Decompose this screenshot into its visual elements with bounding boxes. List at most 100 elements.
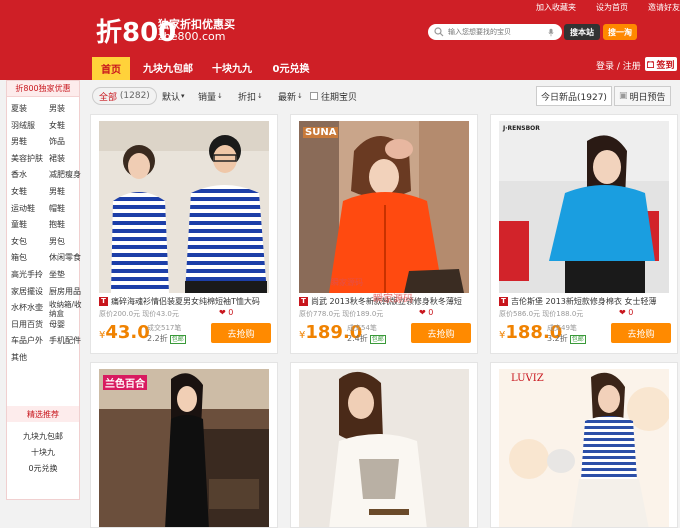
search-box[interactable]	[428, 24, 562, 40]
add-favorite-link[interactable]: 加入收藏夹	[536, 2, 576, 13]
category-item[interactable]: 日用百货	[11, 317, 49, 334]
buy-button[interactable]: 去抢购	[211, 323, 271, 343]
category-item[interactable]: 车品户外	[11, 333, 49, 350]
favorite-button[interactable]: ❤ 0	[419, 308, 433, 317]
product-card[interactable]: T 痛碎海魂衫情侣装夏男女纯棉短袖T恤大码 原价200.0元 现价43.0元 ❤ …	[90, 114, 278, 354]
sort-discount[interactable]: 折扣 ↓	[238, 86, 263, 106]
category-item[interactable]: 高光手拎	[11, 267, 49, 284]
set-homepage-link[interactable]: 设为首页	[596, 2, 628, 13]
category-item[interactable]: 水杯水壶	[11, 300, 49, 317]
category-item[interactable]: 女鞋	[11, 184, 49, 201]
category-item[interactable]: 男鞋	[11, 134, 49, 151]
product-title[interactable]: T 吉伦斯堡 2013新短款修身棉衣 女士轻薄	[499, 296, 671, 307]
product-photo[interactable]	[499, 121, 669, 293]
search-input[interactable]	[448, 28, 548, 36]
heart-icon[interactable]: ❤	[219, 308, 226, 317]
recommend-item[interactable]: 九块九包邮	[7, 429, 79, 445]
sort-sales-label[interactable]: 销量	[198, 90, 216, 103]
category-item[interactable]: 厨房用品	[49, 284, 85, 301]
category-item[interactable]: 裙装	[49, 151, 85, 168]
tab-today-new[interactable]: 今日新品(1927)	[536, 86, 612, 106]
sort-default[interactable]: 默认 ▾	[162, 86, 185, 106]
product-card[interactable]: 兰色百合	[90, 362, 278, 528]
nav-shi-kuai-jiu[interactable]: 十块九九	[206, 54, 258, 80]
category-item[interactable]: 香水	[11, 167, 49, 184]
heart-icon[interactable]: ❤	[419, 308, 426, 317]
sort-latest[interactable]: 最新 ↓	[278, 86, 303, 106]
signin-button[interactable]: 签到	[645, 57, 677, 71]
product-title[interactable]: T 痛碎海魂衫情侣装夏男女纯棉短袖T恤大码	[99, 296, 271, 307]
category-item[interactable]: 抱鞋	[49, 217, 85, 234]
nav-jiu-kuai-jiu[interactable]: 九块九包邮	[140, 54, 196, 80]
product-image[interactable]	[499, 121, 669, 293]
product-title-text[interactable]: 吉伦斯堡 2013新短款修身棉衣 女士轻薄	[511, 296, 656, 307]
category-item[interactable]: 童鞋	[11, 217, 49, 234]
brand-label: SUNA	[303, 127, 339, 138]
favorite-button[interactable]: ❤ 0	[219, 308, 233, 317]
category-item[interactable]: 羽绒服	[11, 118, 49, 135]
nav-zero-exchange[interactable]: 0元兑换	[268, 54, 314, 80]
category-item[interactable]: 母婴	[49, 317, 85, 334]
product-image[interactable]	[99, 369, 269, 528]
tab-tomorrow-preview[interactable]: ▣ 明日预告	[614, 86, 671, 106]
favorite-button[interactable]: ❤ 0	[619, 308, 633, 317]
category-item[interactable]: 帽鞋	[49, 201, 85, 218]
category-item[interactable]: 男装	[49, 101, 85, 118]
category-item[interactable]: 家居擺设	[11, 284, 49, 301]
category-item[interactable]: 运动鞋	[11, 201, 49, 218]
tab-tomorrow-label[interactable]: 明日预告	[630, 90, 666, 103]
product-card[interactable]: LUVIZ	[490, 362, 678, 528]
category-item[interactable]: 夏装	[11, 101, 49, 118]
sort-sales[interactable]: 销量 ↓	[198, 86, 223, 106]
sort-discount-label[interactable]: 折扣	[238, 90, 256, 103]
filter-all-label[interactable]: 全部	[99, 90, 117, 103]
category-item[interactable]: 男包	[49, 234, 85, 251]
category-item[interactable]: 坐垫	[49, 267, 85, 284]
category-item[interactable]: 其他	[11, 350, 49, 367]
recommend-item[interactable]: 十块九	[7, 445, 79, 461]
category-item[interactable]: 休闲零食	[49, 250, 85, 267]
nav-home[interactable]: 首页	[92, 57, 130, 80]
product-title-text[interactable]: 痛碎海魂衫情侣装夏男女纯棉短袖T恤大码	[111, 296, 260, 307]
product-card[interactable]: T 吉伦斯堡 2013新短款修身棉衣 女士轻薄 原价586.0元 现价188.0元…	[490, 114, 678, 354]
product-photo[interactable]	[499, 369, 669, 528]
category-item[interactable]: 手机配件	[49, 333, 85, 350]
login-register-link[interactable]: 登录 / 注册	[596, 59, 641, 72]
product-image[interactable]	[99, 121, 269, 293]
category-item[interactable]: 收纳箱/收纳盒	[49, 300, 85, 316]
microphone-icon[interactable]	[548, 28, 554, 37]
product-photo[interactable]	[99, 369, 269, 528]
signin-label[interactable]: 签到	[656, 58, 674, 71]
past-items-label[interactable]: 往期宝贝	[321, 90, 357, 103]
search-etao-button[interactable]: 搜一淘	[603, 24, 637, 40]
filter-all[interactable]: 全部 (1282)	[92, 87, 157, 105]
product-card[interactable]: T 尚武 2013秋冬新款韩版立领修身秋冬薄短 原价778.0元 现价189.0元…	[290, 114, 478, 354]
category-sidebar: 折800独家优惠 夏装 男装 羽绒服 女鞋 男鞋 饰品 美容护肤 裙装 香水 减…	[6, 80, 82, 500]
checkbox-icon[interactable]	[310, 92, 318, 100]
category-list: 夏装 男装 羽绒服 女鞋 男鞋 饰品 美容护肤 裙装 香水 减肥瘦身 女鞋 男鞋…	[7, 97, 82, 367]
category-item[interactable]: 减肥瘦身	[49, 167, 85, 184]
invite-friends-link[interactable]: 邀请好友	[648, 2, 680, 13]
chevron-down-icon: ▾	[181, 92, 185, 100]
product-photo[interactable]	[299, 121, 469, 293]
category-item[interactable]: 女包	[11, 234, 49, 251]
product-photo[interactable]	[99, 121, 269, 293]
product-image[interactable]	[299, 121, 469, 293]
product-image[interactable]	[299, 369, 469, 528]
recommend-item[interactable]: 0元兑换	[7, 461, 79, 477]
heart-icon[interactable]: ❤	[619, 308, 626, 317]
category-item[interactable]: 美容护肤	[11, 151, 49, 168]
category-item[interactable]: 女鞋	[49, 118, 85, 135]
past-items-checkbox[interactable]: 往期宝贝	[310, 86, 357, 106]
buy-button[interactable]: 去抢购	[611, 323, 671, 343]
buy-button[interactable]: 去抢购	[411, 323, 471, 343]
category-item[interactable]: 饰品	[49, 134, 85, 151]
product-image[interactable]	[499, 369, 669, 528]
category-item[interactable]: 箱包	[11, 250, 49, 267]
search-site-button[interactable]: 搜本站	[564, 24, 600, 40]
category-item[interactable]: 男鞋	[49, 184, 85, 201]
sort-default-label[interactable]: 默认	[162, 90, 180, 103]
product-photo[interactable]	[299, 369, 469, 528]
product-card[interactable]	[290, 362, 478, 528]
sort-latest-label[interactable]: 最新	[278, 90, 296, 103]
